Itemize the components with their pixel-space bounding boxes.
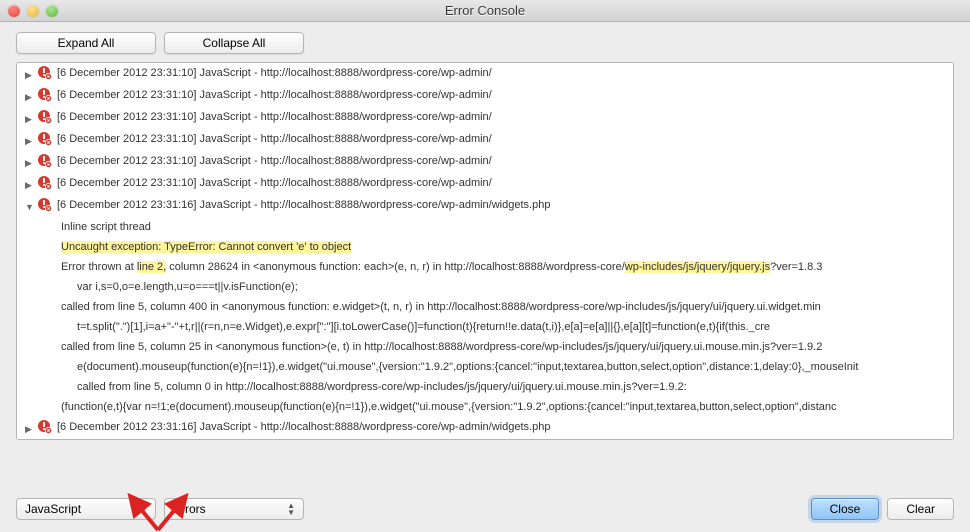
disclosure-open-icon[interactable]: ▼ <box>25 199 35 215</box>
error-entry-text: [6 December 2012 23:31:10] JavaScript - … <box>57 131 949 147</box>
select-arrows-icon: ▲▼ <box>287 502 295 516</box>
error-entry[interactable]: ▶ [6 December 2012 23:31:16] JavaScript -… <box>17 417 953 439</box>
error-icon <box>37 197 53 213</box>
disclosure-closed-icon[interactable]: ▶ <box>25 421 35 437</box>
error-icon <box>37 175 53 191</box>
error-entry[interactable]: ▶ [6 December 2012 23:31:10] JavaScript -… <box>17 151 953 173</box>
language-filter-value: JavaScript <box>25 502 81 516</box>
error-entry[interactable]: ▶ [6 December 2012 23:31:10] JavaScript -… <box>17 173 953 195</box>
error-code-line: (function(e,t){var n=!1;e(document).mous… <box>17 397 953 417</box>
zoom-window-icon[interactable] <box>46 5 58 17</box>
clear-button[interactable]: Clear <box>887 498 954 520</box>
error-entry-text: [6 December 2012 23:31:10] JavaScript - … <box>57 109 949 125</box>
window-title: Error Console <box>0 3 970 18</box>
error-icon <box>37 65 53 81</box>
error-icon <box>37 419 53 435</box>
bottom-bar: JavaScript ▲▼ Errors ▲▼ Close Clear <box>0 490 970 532</box>
error-icon <box>37 131 53 147</box>
error-entry[interactable]: ▶ [6 December 2012 23:31:10] JavaScript -… <box>17 129 953 151</box>
error-entry[interactable]: ▶[6 December 2012 23:31:16] JavaScript -… <box>17 439 953 440</box>
level-filter-value: Errors <box>173 502 206 516</box>
error-entry[interactable]: ▶ [6 December 2012 23:31:10] JavaScript -… <box>17 85 953 107</box>
error-stack-frame: called from line 5, column 400 in <anony… <box>17 297 953 317</box>
error-icon <box>37 109 53 125</box>
disclosure-closed-icon[interactable]: ▶ <box>25 133 35 149</box>
window-titlebar: Error Console <box>0 0 970 22</box>
close-window-icon[interactable] <box>8 5 20 17</box>
close-button[interactable]: Close <box>811 498 880 520</box>
error-icon <box>37 87 53 103</box>
disclosure-closed-icon[interactable]: ▶ <box>25 67 35 83</box>
error-code-line: var i,s=0,o=e.length,u=o===t||v.isFuncti… <box>17 277 953 297</box>
error-thread: Inline script thread <box>17 217 953 237</box>
error-entry-text: [6 December 2012 23:31:16] JavaScript - … <box>57 197 949 213</box>
level-filter-select[interactable]: Errors ▲▼ <box>164 498 304 520</box>
error-exception: Uncaught exception: TypeError: Cannot co… <box>17 237 953 257</box>
language-filter-select[interactable]: JavaScript ▲▼ <box>16 498 156 520</box>
disclosure-closed-icon[interactable]: ▶ <box>25 89 35 105</box>
error-entry-text: [6 December 2012 23:31:16] JavaScript - … <box>57 419 949 435</box>
error-code-line: t=t.split(".")[1],i=a+"-"+t,r||(r=n,n=e.… <box>17 317 953 337</box>
error-entry[interactable]: ▶ [6 December 2012 23:31:10] JavaScript -… <box>17 107 953 129</box>
error-entry-text: [6 December 2012 23:31:10] JavaScript - … <box>57 175 949 191</box>
error-entry[interactable]: ▶ [6 December 2012 23:31:10] JavaScript -… <box>17 63 953 85</box>
collapse-all-button[interactable]: Collapse All <box>164 32 304 54</box>
error-code-line: e(document).mouseup(function(e){n=!1}),e… <box>17 357 953 377</box>
disclosure-closed-icon[interactable]: ▶ <box>25 177 35 193</box>
error-entry-text: [6 December 2012 23:31:10] JavaScript - … <box>57 153 949 169</box>
error-entry-text: [6 December 2012 23:31:10] JavaScript - … <box>57 87 949 103</box>
disclosure-closed-icon[interactable]: ▶ <box>25 111 35 127</box>
error-icon <box>37 153 53 169</box>
error-list-panel[interactable]: ▶ [6 December 2012 23:31:10] JavaScript -… <box>16 62 954 440</box>
error-entry[interactable]: ▼ [6 December 2012 23:31:16] JavaScript -… <box>17 195 953 217</box>
minimize-window-icon[interactable] <box>27 5 39 17</box>
expand-all-button[interactable]: Expand All <box>16 32 156 54</box>
disclosure-closed-icon[interactable]: ▶ <box>25 155 35 171</box>
error-stack-frame: called from line 5, column 25 in <anonym… <box>17 337 953 357</box>
select-arrows-icon: ▲▼ <box>139 502 147 516</box>
error-stack-frame: called from line 5, column 0 in http://l… <box>17 377 953 397</box>
toolbar: Expand All Collapse All <box>0 22 970 62</box>
error-thrown-at: Error thrown at line 2, column 28624 in … <box>17 257 953 277</box>
error-entry-text: [6 December 2012 23:31:10] JavaScript - … <box>57 65 949 81</box>
